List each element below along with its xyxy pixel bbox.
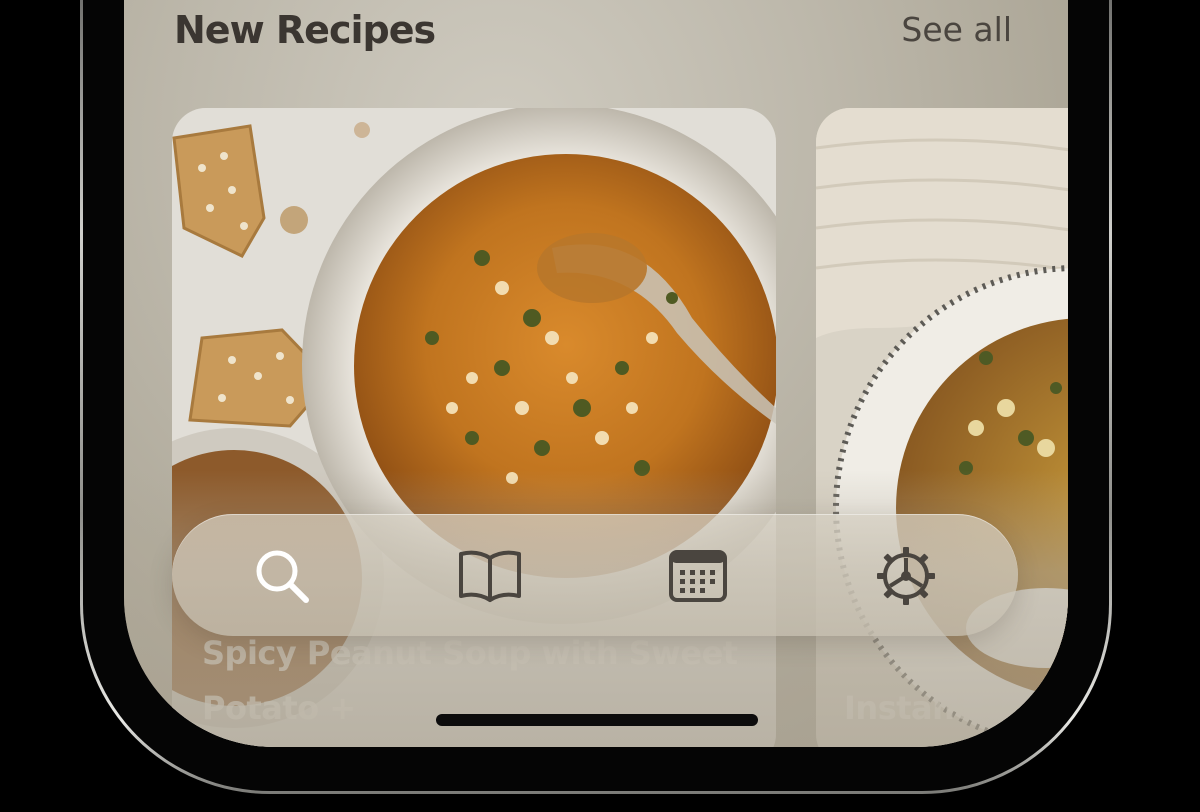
tab-search[interactable] [246, 540, 318, 612]
see-all-link[interactable]: See all [901, 10, 1012, 49]
home-indicator[interactable] [436, 714, 758, 726]
recipe-card[interactable]: Instant Po [816, 108, 1068, 747]
recipe-card[interactable]: Spicy Peanut Soup with Sweet Potato + [172, 108, 776, 747]
section-title: New Recipes [174, 8, 436, 52]
book-icon [459, 550, 521, 602]
tab-recipes[interactable] [454, 540, 526, 612]
device-stage: New Recipes See all Spicy Peanut Soup wi… [0, 0, 1200, 812]
gear-icon [877, 547, 935, 605]
tab-settings[interactable] [870, 540, 942, 612]
recipe-photo-curry [816, 108, 1068, 747]
recipe-card-title: Instant Po [844, 689, 1025, 727]
tab-bar [172, 514, 1018, 636]
tab-calendar[interactable] [662, 540, 734, 612]
app-screen: New Recipes See all Spicy Peanut Soup wi… [124, 0, 1068, 747]
calendar-icon [669, 550, 727, 602]
search-icon [256, 550, 309, 603]
